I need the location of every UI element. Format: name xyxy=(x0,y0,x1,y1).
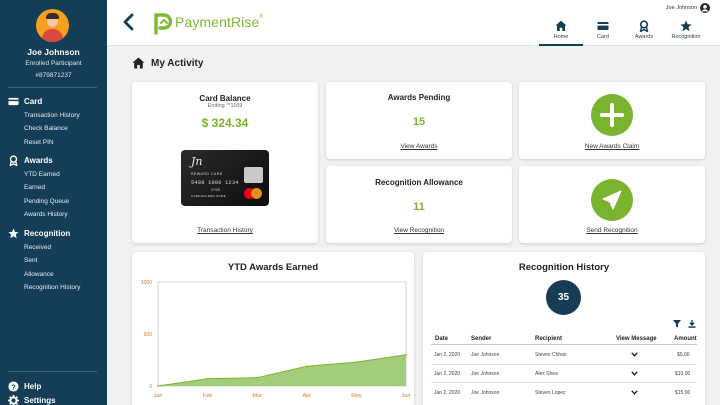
chevron-down-icon[interactable] xyxy=(631,390,638,395)
column-header-recipient[interactable]: Recipient xyxy=(535,336,562,342)
row-recipient: Alex Shea xyxy=(535,371,558,377)
row-date: Jan 2, 2020 xyxy=(434,352,461,358)
row-amount: $15.00 xyxy=(675,390,691,396)
column-header-sender[interactable]: Sender xyxy=(471,336,491,342)
row-recipient: Steven Chhan xyxy=(535,352,567,358)
y-tick-label: 500 xyxy=(144,332,153,338)
chart-point-mar xyxy=(256,376,259,379)
row-divider xyxy=(431,382,697,383)
x-tick-label: Feb xyxy=(203,393,212,399)
recognition-history-title: Recognition History xyxy=(518,262,610,273)
row-sender: Joe Johnson xyxy=(471,352,500,358)
y-tick-label: 0 xyxy=(149,384,152,390)
row-divider xyxy=(431,364,697,365)
x-tick-label: Jan xyxy=(154,393,163,399)
column-header-date[interactable]: Date xyxy=(435,336,448,342)
chart-point-feb xyxy=(206,377,209,380)
row-sender: Joe Johnson xyxy=(471,371,500,377)
column-header-view-message[interactable]: View Message xyxy=(616,336,657,342)
row-date: Jan 2, 2020 xyxy=(434,371,461,377)
filter-icon[interactable] xyxy=(673,320,681,328)
row-sender: Joe Johnson xyxy=(471,390,500,396)
x-tick-label: May xyxy=(351,393,362,399)
chevron-down-icon[interactable] xyxy=(631,371,638,376)
row-date: Jan 2, 2020 xyxy=(434,390,461,396)
chart-point-jun xyxy=(405,354,407,356)
recognition-count-badge: 35 xyxy=(546,280,581,315)
row-recipient: Steven Lopez xyxy=(535,390,566,396)
column-header-amount[interactable]: Amount xyxy=(674,336,697,342)
x-tick-label: Jun xyxy=(402,393,411,399)
row-amount: $5.00 xyxy=(677,352,690,358)
table-header-divider xyxy=(431,344,697,345)
x-tick-label: Apr xyxy=(303,393,312,399)
chevron-down-icon[interactable] xyxy=(631,352,638,357)
y-tick-label: 1000 xyxy=(141,280,152,286)
x-tick-label: Mar xyxy=(252,393,262,399)
download-icon[interactable] xyxy=(688,320,696,328)
chart-point-jan xyxy=(157,385,159,387)
row-amount: $10.00 xyxy=(675,371,691,377)
chart-point-may xyxy=(355,361,358,363)
chart-point-apr xyxy=(306,365,308,368)
